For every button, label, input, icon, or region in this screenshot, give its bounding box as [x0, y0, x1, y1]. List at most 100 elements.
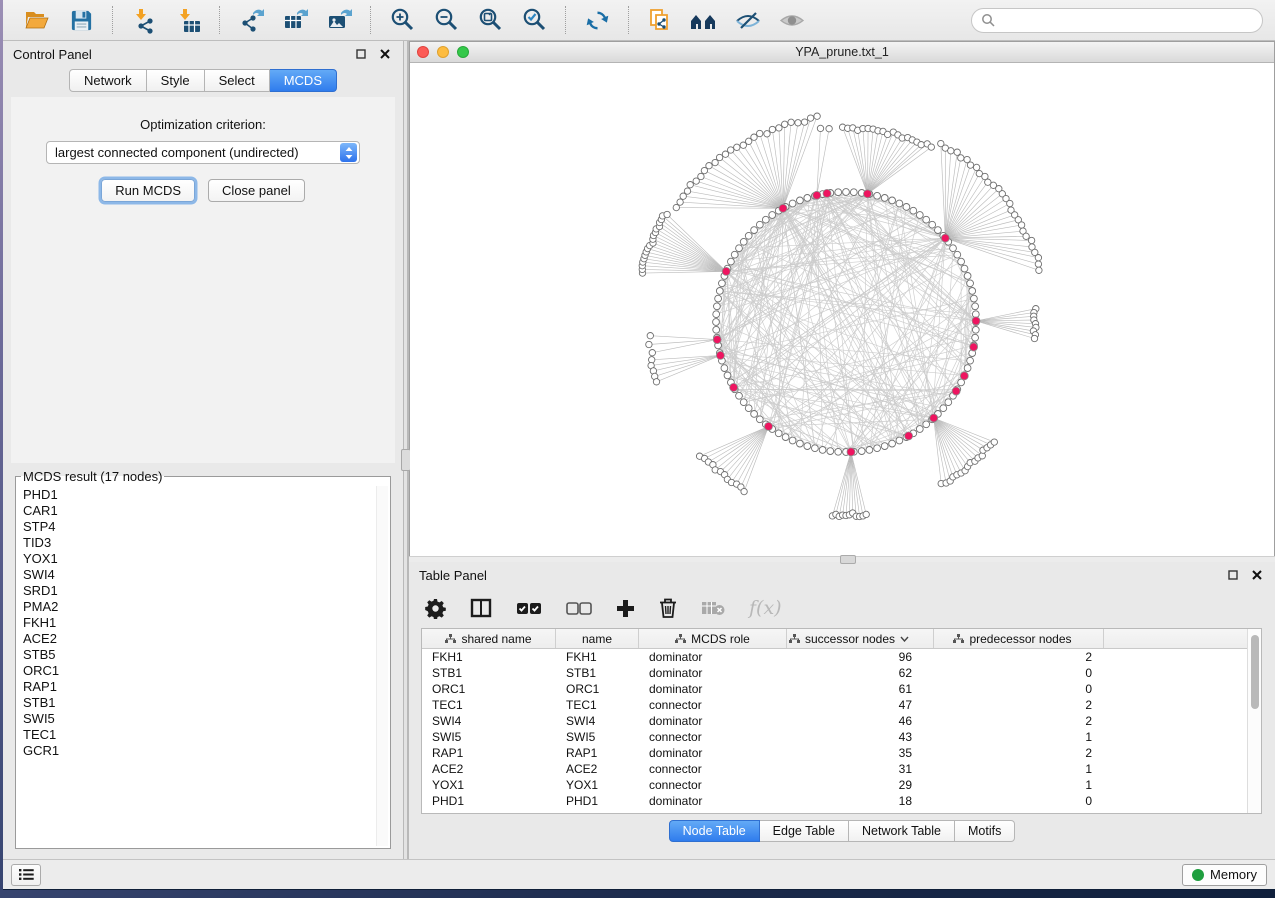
table-cell[interactable]: 96: [787, 650, 934, 664]
table-cell[interactable]: 29: [787, 778, 934, 792]
table-settings-icon[interactable]: [425, 598, 446, 619]
criterion-select[interactable]: largest connected component (undirected): [46, 141, 360, 164]
table-cell[interactable]: 0: [934, 682, 1104, 696]
tab-select[interactable]: Select: [205, 69, 270, 92]
table-row[interactable]: FKH1FKH1dominator962: [422, 649, 1247, 665]
tab-motifs[interactable]: Motifs: [955, 820, 1015, 842]
table-cell[interactable]: PHD1: [556, 794, 639, 808]
table-cell[interactable]: RAP1: [556, 746, 639, 760]
table-cell[interactable]: FKH1: [422, 650, 556, 664]
table-cell[interactable]: dominator: [639, 650, 787, 664]
search-input[interactable]: [1000, 13, 1253, 27]
table-row[interactable]: PHD1PHD1dominator180: [422, 793, 1247, 809]
table-cell[interactable]: STB1: [556, 666, 639, 680]
column-header-mcds-role[interactable]: MCDS role: [639, 629, 787, 648]
close-panel-button[interactable]: Close panel: [208, 179, 305, 202]
table-cell[interactable]: dominator: [639, 714, 787, 728]
delete-column-icon[interactable]: [659, 598, 677, 619]
horizontal-splitter[interactable]: [409, 556, 1275, 562]
table-cell[interactable]: 1: [934, 730, 1104, 744]
column-header-name[interactable]: name: [556, 629, 639, 648]
table-cell[interactable]: ACE2: [556, 762, 639, 776]
table-cell[interactable]: FKH1: [556, 650, 639, 664]
network-frame-titlebar[interactable]: YPA_prune.txt_1: [410, 42, 1274, 63]
mcds-result-item[interactable]: STP4: [23, 519, 389, 535]
mcds-result-item[interactable]: YOX1: [23, 551, 389, 567]
table-cell[interactable]: SWI5: [422, 730, 556, 744]
export-table-icon[interactable]: [280, 6, 310, 34]
import-network-icon[interactable]: [129, 6, 159, 34]
float-panel-icon[interactable]: [353, 46, 369, 62]
table-cell[interactable]: YOX1: [422, 778, 556, 792]
tab-node-table[interactable]: Node Table: [669, 820, 760, 842]
table-cell[interactable]: connector: [639, 730, 787, 744]
mcds-result-item[interactable]: SWI4: [23, 567, 389, 583]
tab-mcds[interactable]: MCDS: [270, 69, 337, 92]
table-row[interactable]: SWI4SWI4dominator462: [422, 713, 1247, 729]
table-cell[interactable]: 35: [787, 746, 934, 760]
column-header-successor-nodes[interactable]: successor nodes: [787, 629, 934, 648]
table-cell[interactable]: 2: [934, 650, 1104, 664]
first-neighbors-icon[interactable]: [689, 6, 719, 34]
table-row[interactable]: TEC1TEC1connector472: [422, 697, 1247, 713]
mcds-list-scrollbar[interactable]: [376, 486, 388, 846]
import-table-icon[interactable]: [173, 6, 203, 34]
zoom-out-icon[interactable]: [431, 6, 461, 34]
mcds-result-item[interactable]: STB5: [23, 647, 389, 663]
table-cell[interactable]: dominator: [639, 746, 787, 760]
column-header-predecessor-nodes[interactable]: predecessor nodes: [934, 629, 1104, 648]
table-cell[interactable]: 0: [934, 666, 1104, 680]
tab-network-table[interactable]: Network Table: [849, 820, 955, 842]
table-cell[interactable]: 0: [934, 794, 1104, 808]
memory-button[interactable]: Memory: [1182, 864, 1267, 886]
table-cell[interactable]: 47: [787, 698, 934, 712]
table-cell[interactable]: dominator: [639, 794, 787, 808]
table-cell[interactable]: connector: [639, 762, 787, 776]
search-field[interactable]: [971, 8, 1263, 33]
mcds-result-item[interactable]: FKH1: [23, 615, 389, 631]
vertical-splitter[interactable]: [403, 41, 408, 859]
scrollbar-thumb[interactable]: [1251, 635, 1259, 709]
mcds-result-item[interactable]: ACE2: [23, 631, 389, 647]
table-cell[interactable]: 2: [934, 746, 1104, 760]
deselect-all-rows-icon[interactable]: [566, 602, 592, 615]
export-image-icon[interactable]: [324, 6, 354, 34]
table-cell[interactable]: 18: [787, 794, 934, 808]
zoom-in-icon[interactable]: [387, 6, 417, 34]
open-file-icon[interactable]: [22, 6, 52, 34]
table-cell[interactable]: 62: [787, 666, 934, 680]
table-row[interactable]: ORC1ORC1dominator610: [422, 681, 1247, 697]
splitter-grip[interactable]: [840, 555, 856, 564]
table-cell[interactable]: 31: [787, 762, 934, 776]
table-scrollbar[interactable]: [1247, 629, 1261, 813]
table-cell[interactable]: connector: [639, 698, 787, 712]
mcds-result-item[interactable]: PMA2: [23, 599, 389, 615]
network-canvas[interactable]: [410, 63, 1274, 556]
run-mcds-button[interactable]: Run MCDS: [101, 179, 195, 202]
mcds-result-item[interactable]: PHD1: [23, 487, 389, 503]
zoom-fit-icon[interactable]: [475, 6, 505, 34]
mcds-result-item[interactable]: TEC1: [23, 727, 389, 743]
table-row[interactable]: RAP1RAP1dominator352: [422, 745, 1247, 761]
float-panel-icon[interactable]: [1225, 567, 1241, 583]
export-network-icon[interactable]: [236, 6, 266, 34]
table-cell[interactable]: STB1: [422, 666, 556, 680]
create-column-icon[interactable]: [616, 599, 635, 618]
save-session-icon[interactable]: [66, 6, 96, 34]
table-cell[interactable]: SWI4: [422, 714, 556, 728]
mcds-result-item[interactable]: RAP1: [23, 679, 389, 695]
show-log-button[interactable]: [11, 864, 41, 886]
table-cell[interactable]: 2: [934, 698, 1104, 712]
clone-network-icon[interactable]: [645, 6, 675, 34]
table-row[interactable]: STB1STB1dominator620: [422, 665, 1247, 681]
table-cell[interactable]: dominator: [639, 682, 787, 696]
table-cell[interactable]: TEC1: [422, 698, 556, 712]
graph-ring-nodes[interactable]: [639, 113, 1042, 520]
table-cell[interactable]: SWI4: [556, 714, 639, 728]
table-cell[interactable]: ORC1: [422, 682, 556, 696]
mcds-result-item[interactable]: SRD1: [23, 583, 389, 599]
table-cell[interactable]: 46: [787, 714, 934, 728]
mcds-result-item[interactable]: CAR1: [23, 503, 389, 519]
mcds-result-item[interactable]: ORC1: [23, 663, 389, 679]
table-cell[interactable]: connector: [639, 778, 787, 792]
